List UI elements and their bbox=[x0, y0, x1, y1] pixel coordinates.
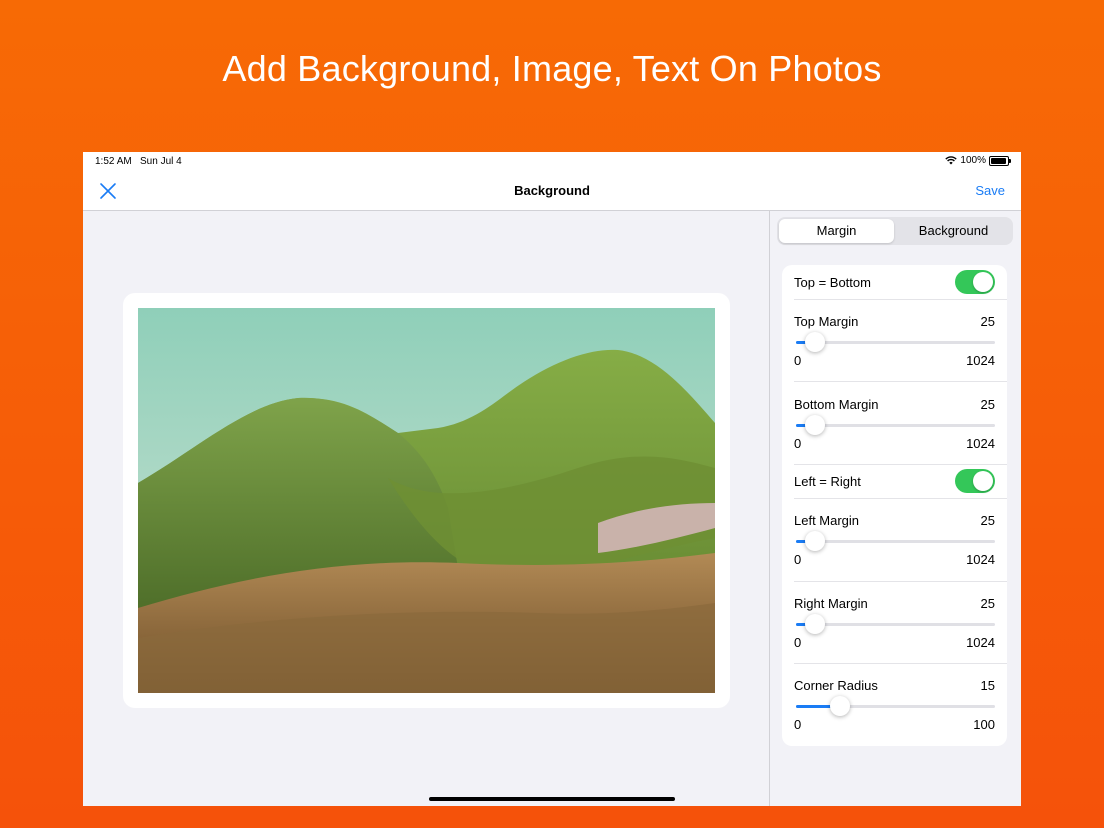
preview-canvas bbox=[83, 211, 769, 806]
save-button[interactable]: Save bbox=[975, 183, 1005, 198]
bottom-margin-min: 0 bbox=[794, 436, 802, 451]
close-icon[interactable] bbox=[97, 180, 119, 202]
slider-thumb[interactable] bbox=[804, 614, 825, 634]
left-right-link-label: Left = Right bbox=[794, 474, 861, 489]
bottom-margin-slider[interactable] bbox=[796, 415, 995, 435]
home-indicator bbox=[429, 797, 675, 801]
wifi-icon bbox=[945, 156, 958, 165]
tab-background[interactable]: Background bbox=[896, 219, 1011, 243]
top-bottom-link-label: Top = Bottom bbox=[794, 275, 871, 290]
corner-radius-value: 15 bbox=[980, 678, 995, 693]
corner-radius-label: Corner Radius bbox=[794, 678, 878, 693]
corner-radius-row: Corner Radius 15 0 100 bbox=[782, 663, 1007, 746]
photo-frame bbox=[123, 293, 730, 708]
top-margin-min: 0 bbox=[794, 353, 802, 368]
top-margin-row: Top Margin 25 0 1024 bbox=[782, 299, 1007, 381]
navigation-bar: Background Save bbox=[83, 170, 1021, 211]
right-margin-max: 1024 bbox=[966, 635, 995, 650]
status-time: 1:52 AM bbox=[95, 156, 132, 167]
battery-percent: 100% bbox=[960, 155, 986, 166]
top-margin-slider[interactable] bbox=[796, 332, 995, 352]
status-indicators: 100% bbox=[945, 155, 1011, 166]
right-margin-min: 0 bbox=[794, 635, 802, 650]
status-bar: 1:52 AM Sun Jul 4 100% bbox=[83, 152, 1021, 170]
top-bottom-link-row: Top = Bottom bbox=[782, 265, 1007, 299]
corner-radius-max: 100 bbox=[973, 717, 995, 732]
tab-margin[interactable]: Margin bbox=[779, 219, 894, 243]
battery-icon bbox=[989, 155, 1011, 166]
settings-sidebar: Margin Background Top = Bottom Top Margi… bbox=[770, 211, 1021, 806]
slider-thumb[interactable] bbox=[804, 332, 825, 352]
top-bottom-link-toggle[interactable] bbox=[955, 270, 995, 294]
segmented-control: Margin Background bbox=[777, 217, 1013, 245]
bottom-margin-value: 25 bbox=[980, 397, 995, 412]
corner-radius-min: 0 bbox=[794, 717, 802, 732]
corner-radius-slider[interactable] bbox=[796, 696, 995, 716]
left-margin-label: Left Margin bbox=[794, 513, 860, 528]
left-right-link-toggle[interactable] bbox=[955, 469, 995, 493]
page-title: Background bbox=[514, 183, 590, 198]
left-margin-row: Left Margin 25 0 1024 bbox=[782, 498, 1007, 581]
right-margin-value: 25 bbox=[980, 596, 995, 611]
slider-thumb[interactable] bbox=[804, 531, 825, 551]
promo-headline: Add Background, Image, Text On Photos bbox=[222, 48, 882, 89]
left-right-link-row: Left = Right bbox=[782, 464, 1007, 498]
status-date: Sun Jul 4 bbox=[140, 156, 182, 167]
right-margin-row: Right Margin 25 0 1024 bbox=[782, 581, 1007, 663]
top-margin-label: Top Margin bbox=[794, 314, 859, 329]
slider-thumb[interactable] bbox=[804, 415, 825, 435]
bottom-margin-label: Bottom Margin bbox=[794, 397, 879, 412]
left-margin-value: 25 bbox=[980, 513, 995, 528]
right-margin-label: Right Margin bbox=[794, 596, 868, 611]
top-margin-value: 25 bbox=[980, 314, 995, 329]
left-margin-slider[interactable] bbox=[796, 531, 995, 551]
ipad-screen: 1:52 AM Sun Jul 4 100% Background Save M… bbox=[83, 152, 1021, 806]
landscape-photo bbox=[138, 308, 715, 693]
left-margin-min: 0 bbox=[794, 552, 802, 567]
top-margin-max: 1024 bbox=[966, 353, 995, 368]
right-margin-slider[interactable] bbox=[796, 614, 995, 634]
left-margin-max: 1024 bbox=[966, 552, 995, 567]
slider-thumb[interactable] bbox=[829, 696, 850, 716]
bottom-margin-max: 1024 bbox=[966, 436, 995, 451]
bottom-margin-row: Bottom Margin 25 0 1024 bbox=[782, 381, 1007, 464]
margin-settings-card: Top = Bottom Top Margin 25 0 1024 Bottom… bbox=[782, 265, 1007, 746]
